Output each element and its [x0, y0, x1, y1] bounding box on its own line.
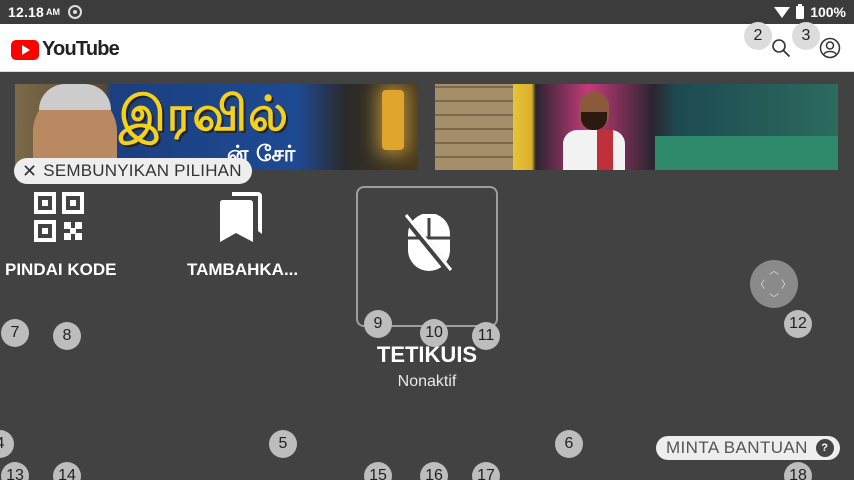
arrow-right-icon: 〉 — [781, 280, 791, 291]
add-bookmark-label: TAMBAHKA... — [187, 260, 299, 279]
youtube-logo-icon — [11, 39, 39, 60]
arrow-down-icon: ﹀ — [769, 294, 779, 305]
person-scarf — [597, 130, 613, 170]
arrow-left-icon: 〈 — [755, 280, 765, 291]
thumbnail-person — [563, 86, 625, 170]
thumbnail-background — [655, 136, 838, 170]
help-button[interactable]: MINTA BANTUAN ? — [656, 436, 840, 460]
clock-ampm: AM — [46, 7, 61, 17]
marker-11: 11 — [472, 322, 500, 350]
youtube-logo-text: YouTube — [42, 38, 120, 60]
scan-code-label: PINDAI KODE — [5, 260, 117, 279]
battery-level: 100% — [810, 4, 846, 20]
marker-6: 6 — [555, 430, 583, 458]
help-label: MINTA BANTUAN — [666, 438, 808, 457]
arrow-up-icon: ︿ — [769, 266, 779, 277]
clock: 12.18 — [8, 4, 45, 20]
help-icon: ? — [815, 439, 834, 457]
thumbnail-lamp — [382, 90, 404, 150]
add-bookmark-tile[interactable]: TAMBAHKA... — [180, 186, 302, 279]
youtube-logo[interactable]: YouTube — [11, 38, 120, 61]
marker-12: 12 — [784, 310, 812, 338]
marker-10: 10 — [420, 319, 448, 347]
hide-options-button[interactable]: ✕ SEMBUNYIKAN PILIHAN — [14, 158, 252, 184]
qr-code-icon — [34, 192, 84, 242]
status-bar: 12.18 AM 100% — [0, 0, 854, 24]
wifi-icon — [774, 6, 791, 18]
marker-3: 3 — [792, 22, 820, 50]
search-icon[interactable] — [771, 38, 791, 58]
marker-7: 7 — [1, 319, 29, 347]
close-icon: ✕ — [22, 160, 38, 181]
marker-2: 2 — [744, 22, 772, 50]
person-body — [563, 130, 625, 170]
battery-icon — [796, 3, 805, 19]
mouse-status: Nonaktif — [397, 373, 457, 390]
thumbnail-title: இரவில் — [119, 86, 289, 142]
mouse-toggle-button[interactable] — [356, 186, 498, 327]
sync-icon — [68, 5, 83, 19]
bookmarks-icon — [219, 192, 262, 242]
move-overlay-handle[interactable]: ︿ ﹀ 〈 〉 — [750, 260, 798, 308]
scan-code-tile[interactable]: PINDAI KODE — [0, 186, 118, 279]
marker-8: 8 — [53, 322, 81, 350]
app-bar: YouTube — [0, 24, 854, 72]
video-thumbnail[interactable] — [435, 84, 838, 170]
account-icon[interactable] — [819, 37, 841, 59]
thumbnail-hair — [39, 84, 111, 110]
hide-options-label: SEMBUNYIKAN PILIHAN — [43, 161, 242, 180]
marker-5: 5 — [269, 430, 297, 458]
thumbnail-bricks — [435, 84, 513, 170]
marker-9: 9 — [364, 310, 392, 338]
mouse-off-icon — [404, 214, 453, 274]
